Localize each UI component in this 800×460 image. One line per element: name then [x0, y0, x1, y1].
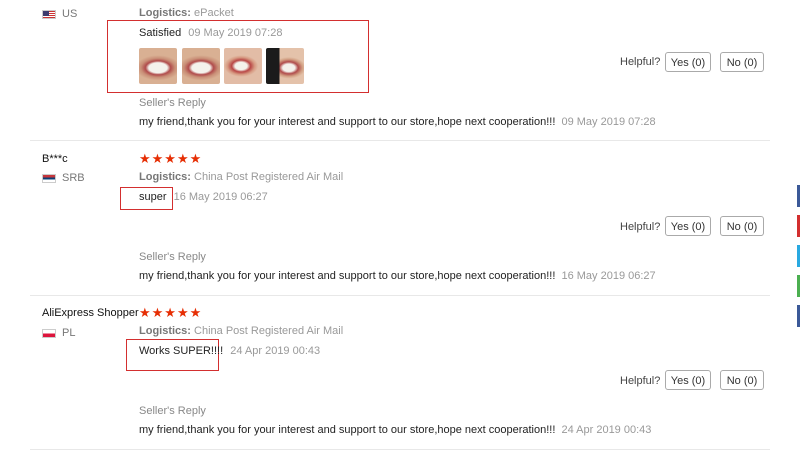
us-flag-icon	[42, 9, 56, 19]
logistics-info: Logistics: China Post Registered Air Mai…	[139, 325, 343, 337]
poland-flag-icon	[42, 328, 56, 338]
review-date: 16 May 2019 06:27	[173, 191, 268, 203]
review-date: 09 May 2019 07:28	[188, 27, 283, 39]
logistics-info: Logistics: China Post Registered Air Mai…	[139, 171, 343, 183]
helpful-label: Helpful?	[620, 221, 661, 233]
helpful-label: Helpful?	[620, 56, 661, 68]
seller-reply: my friend,thank you for your interest an…	[139, 424, 651, 436]
seller-reply-date: 16 May 2019 06:27	[561, 270, 656, 282]
seller-reply-text: my friend,thank you for your interest an…	[139, 424, 556, 436]
seller-reply-title: Seller's Reply	[139, 251, 206, 263]
logistics-value: China Post Registered Air Mail	[194, 171, 344, 183]
reviewer-country: US	[42, 8, 77, 20]
review-photo-thumbnail[interactable]	[224, 48, 262, 84]
review-photo-thumbnail[interactable]	[139, 48, 177, 84]
helpful-yes-button[interactable]: Yes (0)	[665, 52, 711, 72]
rating-stars: ★★★★★	[139, 305, 203, 320]
reviewer-name: B***c	[42, 153, 68, 165]
review-text: Works SUPER!!!!	[139, 345, 224, 357]
helpful-no-button[interactable]: No (0)	[720, 52, 764, 72]
logistics-value: ePacket	[194, 7, 234, 19]
seller-reply: my friend,thank you for your interest an…	[139, 116, 656, 128]
review-photo-thumbnail[interactable]	[266, 48, 304, 84]
logistics-label: Logistics:	[139, 171, 191, 183]
helpful-no-button[interactable]: No (0)	[720, 370, 764, 390]
review-divider	[30, 140, 770, 141]
seller-reply: my friend,thank you for your interest an…	[139, 270, 656, 282]
country-code: PL	[62, 327, 76, 339]
reviewer-country: SRB	[42, 172, 85, 184]
country-code: US	[62, 8, 78, 20]
review-text: super	[139, 191, 167, 203]
review-divider	[30, 295, 770, 296]
country-code: SRB	[62, 172, 85, 184]
seller-reply-date: 24 Apr 2019 00:43	[561, 424, 652, 436]
reviewer-country: PL	[42, 327, 75, 339]
helpful-yes-button[interactable]: Yes (0)	[665, 216, 711, 236]
seller-reply-text: my friend,thank you for your interest an…	[139, 270, 556, 282]
review-divider	[30, 449, 770, 450]
review-content: Satisfied 09 May 2019 07:28	[139, 27, 282, 39]
seller-reply-date: 09 May 2019 07:28	[561, 116, 656, 128]
review-content: super 16 May 2019 06:27	[139, 191, 268, 203]
logistics-info: Logistics: ePacket	[139, 7, 234, 19]
seller-reply-title: Seller's Reply	[139, 405, 206, 417]
logistics-label: Logistics:	[139, 325, 191, 337]
logistics-value: China Post Registered Air Mail	[194, 325, 344, 337]
seller-reply-text: my friend,thank you for your interest an…	[139, 116, 556, 128]
review-date: 24 Apr 2019 00:43	[230, 345, 321, 357]
review-photo-thumbnail[interactable]	[182, 48, 220, 84]
rating-stars: ★★★★★	[139, 151, 203, 166]
serbia-flag-icon	[42, 173, 56, 183]
logistics-label: Logistics:	[139, 7, 191, 19]
helpful-yes-button[interactable]: Yes (0)	[665, 370, 711, 390]
reviewer-name: AliExpress Shopper	[42, 307, 139, 319]
seller-reply-title: Seller's Reply	[139, 97, 206, 109]
review-content: Works SUPER!!!! 24 Apr 2019 00:43	[139, 345, 320, 357]
helpful-label: Helpful?	[620, 375, 661, 387]
review-text: Satisfied	[139, 27, 182, 39]
helpful-no-button[interactable]: No (0)	[720, 216, 764, 236]
